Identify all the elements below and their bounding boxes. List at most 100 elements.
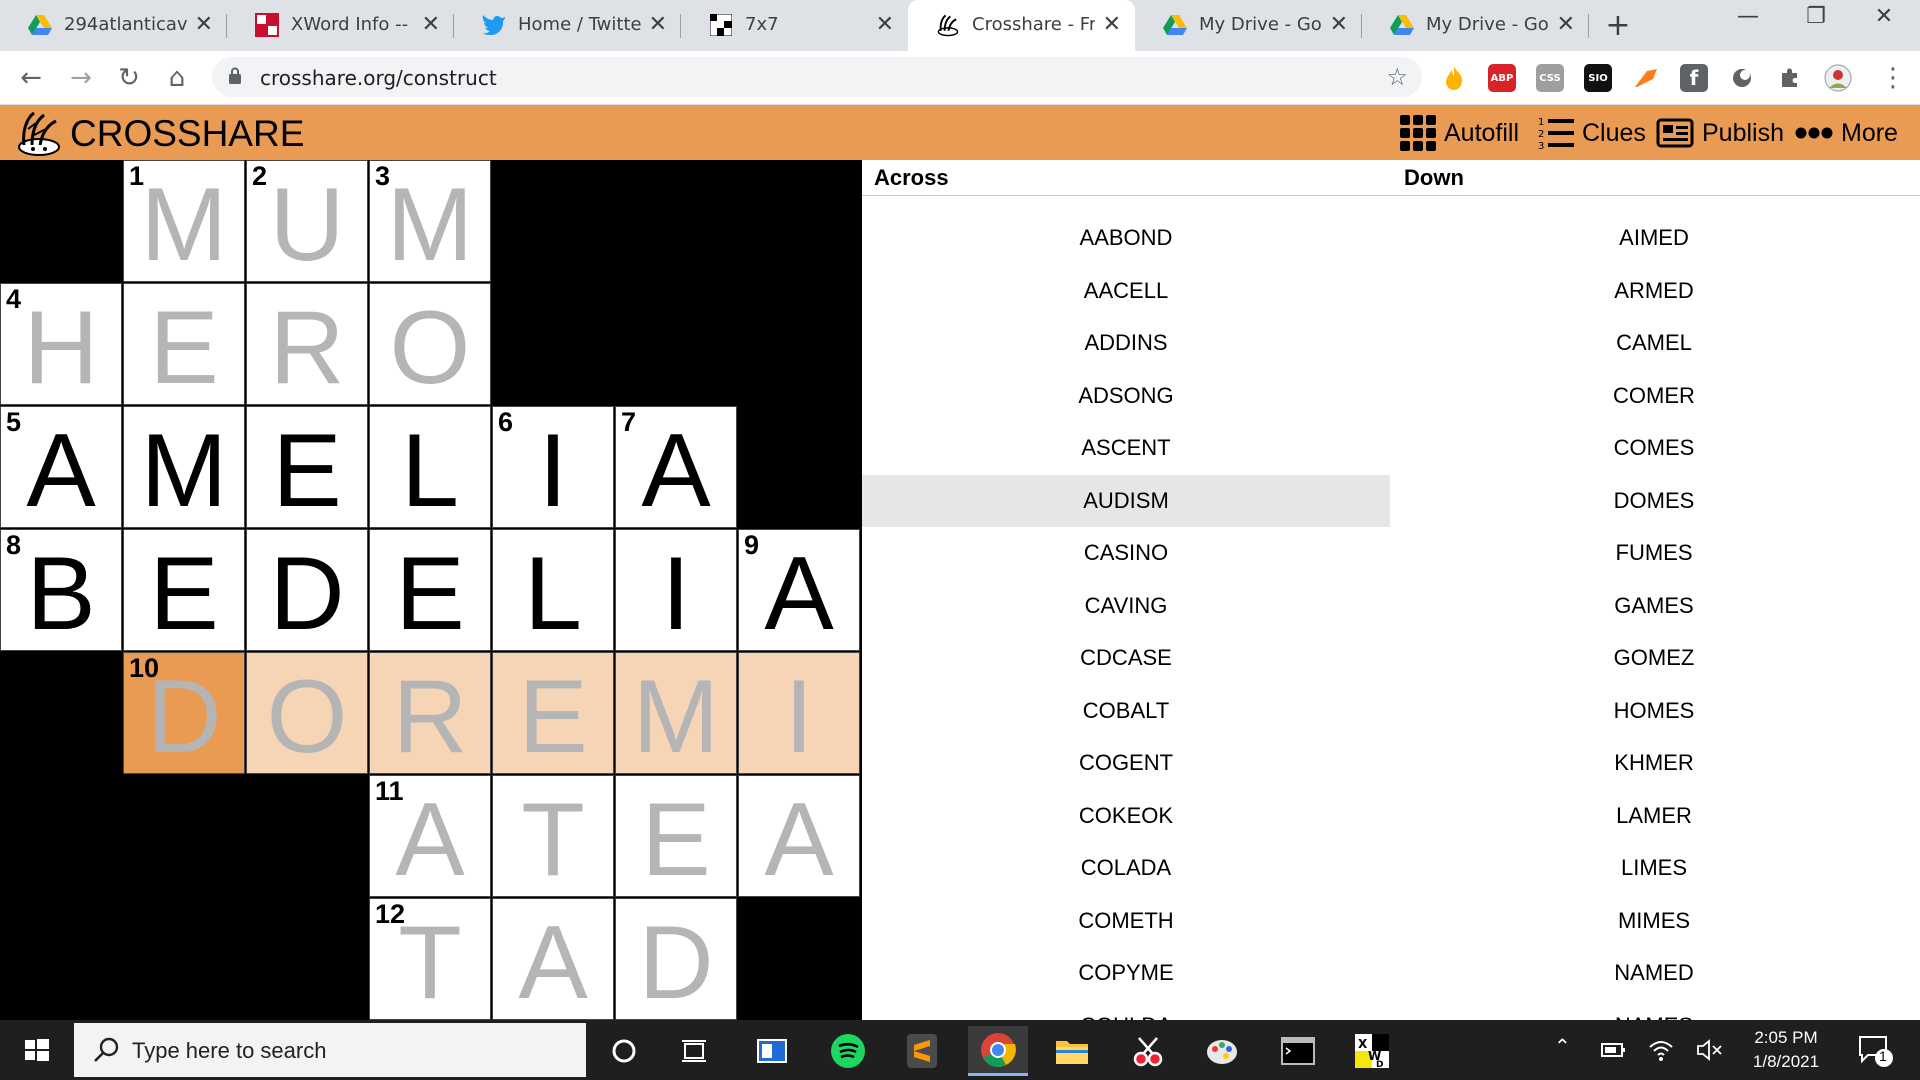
- tab-close-icon[interactable]: ✕: [1557, 12, 1575, 37]
- grid-cell[interactable]: 5A: [0, 406, 122, 528]
- clues-button[interactable]: 1 2 3 Clues: [1538, 113, 1646, 153]
- down-word-suggestion[interactable]: NAMED: [1390, 947, 1918, 1000]
- browser-tab[interactable]: My Drive - Goog ✕: [1362, 0, 1589, 51]
- down-word-suggestion[interactable]: NAMES: [1390, 1000, 1918, 1021]
- arrow-extension-icon[interactable]: [1632, 64, 1660, 92]
- tab-close-icon[interactable]: ✕: [422, 12, 440, 37]
- grid-cell[interactable]: 12 T: [369, 898, 491, 1020]
- tab-close-icon[interactable]: ✕: [195, 12, 213, 37]
- grid-cell[interactable]: E: [492, 652, 614, 774]
- css-extension-icon[interactable]: CSS: [1536, 64, 1564, 92]
- sublime-text-icon[interactable]: [892, 1026, 952, 1076]
- grid-cell[interactable]: O: [369, 283, 491, 405]
- grid-cell[interactable]: E: [246, 406, 368, 528]
- grid-cell[interactable]: O: [246, 652, 368, 774]
- grid-cell[interactable]: D: [615, 898, 737, 1020]
- grid-cell[interactable]: 11 A: [369, 775, 491, 897]
- down-word-suggestion[interactable]: AIMED: [1390, 212, 1918, 265]
- grid-cell-selected[interactable]: 10 D: [123, 652, 245, 774]
- autofill-button[interactable]: Autofill: [1400, 113, 1519, 153]
- snipping-tool-icon[interactable]: [1118, 1026, 1178, 1076]
- facebook-extension-icon[interactable]: f: [1680, 64, 1708, 92]
- grid-cell[interactable]: A: [492, 898, 614, 1020]
- grid-cell[interactable]: E: [123, 529, 245, 651]
- browser-tab[interactable]: Crosshare - Free ✕: [908, 0, 1135, 51]
- across-word-suggestion[interactable]: CASINO: [862, 527, 1390, 580]
- sio-extension-icon[interactable]: SIO: [1584, 64, 1612, 92]
- taskbar-clock[interactable]: 2:05 PM 1/8/2021: [1734, 1026, 1838, 1074]
- fire-extension-icon[interactable]: [1440, 64, 1468, 92]
- down-word-suggestion[interactable]: ARMED: [1390, 265, 1918, 318]
- address-bar[interactable]: crosshare.org/construct ☆: [212, 57, 1422, 97]
- down-word-suggestion[interactable]: FUMES: [1390, 527, 1918, 580]
- reload-icon[interactable]: ↻: [112, 61, 146, 95]
- grid-cell[interactable]: D: [246, 529, 368, 651]
- terminal-icon[interactable]: [1268, 1026, 1328, 1076]
- down-word-suggestion[interactable]: DOMES: [1390, 475, 1918, 528]
- browser-tab[interactable]: 7x7 ✕: [681, 0, 908, 51]
- circle-extension-icon[interactable]: [1728, 64, 1756, 92]
- across-word-suggestion[interactable]: COGENT: [862, 737, 1390, 790]
- down-word-suggestion[interactable]: COMER: [1390, 370, 1918, 423]
- tab-close-icon[interactable]: ✕: [1330, 12, 1348, 37]
- across-word-suggestion[interactable]: COBALT: [862, 685, 1390, 738]
- across-word-suggestion[interactable]: ASCENT: [862, 422, 1390, 475]
- grid-cell[interactable]: 3M: [369, 160, 491, 282]
- minimize-window-button[interactable]: —: [1718, 4, 1778, 29]
- grid-cell[interactable]: 4H: [0, 283, 122, 405]
- extensions-puzzle-icon[interactable]: [1776, 64, 1804, 92]
- forward-arrow-icon[interactable]: →: [64, 61, 98, 95]
- restore-window-button[interactable]: ❐: [1786, 4, 1846, 29]
- grid-cell[interactable]: R: [246, 283, 368, 405]
- tray-chevron-up-icon[interactable]: ⌃: [1554, 1034, 1571, 1058]
- grid-cell[interactable]: 7A: [615, 406, 737, 528]
- across-word-suggestion[interactable]: ADSONG: [862, 370, 1390, 423]
- more-button[interactable]: More: [1795, 113, 1898, 153]
- paint-icon[interactable]: [1192, 1026, 1252, 1076]
- browser-menu-icon[interactable]: ⋮: [1876, 61, 1910, 95]
- across-word-suggestion[interactable]: COULDA: [862, 1000, 1390, 1021]
- across-word-suggestion[interactable]: CDCASE: [862, 632, 1390, 685]
- browser-tab[interactable]: XWord Info -- Fi ✕: [227, 0, 454, 51]
- across-word-suggestion[interactable]: COKEOK: [862, 790, 1390, 843]
- new-tab-button[interactable]: +: [1600, 8, 1636, 44]
- across-word-suggestion[interactable]: COMETH: [862, 895, 1390, 948]
- tab-close-icon[interactable]: ✕: [649, 12, 667, 37]
- grid-cell[interactable]: 2U: [246, 160, 368, 282]
- grid-cell[interactable]: M: [123, 406, 245, 528]
- speaker-muted-icon[interactable]: [1696, 1038, 1724, 1062]
- grid-cell[interactable]: 1M: [123, 160, 245, 282]
- profile-avatar-icon[interactable]: [1824, 64, 1852, 92]
- taskbar-search-box[interactable]: Type here to search: [74, 1023, 586, 1077]
- battery-icon[interactable]: [1600, 1040, 1626, 1060]
- grid-cell[interactable]: E: [615, 775, 737, 897]
- task-view-icon[interactable]: [664, 1026, 724, 1076]
- across-word-suggestion[interactable]: ADDINS: [862, 317, 1390, 370]
- chrome-icon[interactable]: [968, 1026, 1028, 1076]
- grid-cell[interactable]: E: [123, 283, 245, 405]
- down-word-suggestion[interactable]: KHMER: [1390, 737, 1918, 790]
- browser-tab[interactable]: My Drive - Goog ✕: [1135, 0, 1362, 51]
- browser-tab[interactable]: 294atlanticave.M ✕: [0, 0, 227, 51]
- grid-cell[interactable]: I: [738, 652, 860, 774]
- across-word-suggestion[interactable]: AACELL: [862, 265, 1390, 318]
- windows-start-icon[interactable]: [0, 1020, 72, 1080]
- spotify-icon[interactable]: [818, 1026, 878, 1076]
- crosshare-logo-icon[interactable]: [14, 109, 64, 157]
- close-window-button[interactable]: ✕: [1854, 4, 1914, 29]
- grid-cell[interactable]: E: [369, 529, 491, 651]
- down-word-suggestion[interactable]: HOMES: [1390, 685, 1918, 738]
- across-word-suggestion[interactable]: AUDISM: [862, 474, 1390, 527]
- across-word-suggestion[interactable]: CAVING: [862, 580, 1390, 633]
- crossword-grid[interactable]: 1 M 2 U 3 M 4 H E R O 5 A M E L 6 I 7 A 8 B E D E L I 9 A 10 D O R E M I 11 A…: [0, 160, 862, 1020]
- across-word-suggestion[interactable]: AABOND: [862, 212, 1390, 265]
- down-word-suggestion[interactable]: CAMEL: [1390, 317, 1918, 370]
- grid-cell[interactable]: T: [492, 775, 614, 897]
- across-word-suggestion[interactable]: COPYME: [862, 947, 1390, 1000]
- news-app-icon[interactable]: [742, 1026, 802, 1076]
- file-explorer-icon[interactable]: [1042, 1026, 1102, 1076]
- tab-close-icon[interactable]: ✕: [876, 12, 894, 37]
- grid-cell[interactable]: 8B: [0, 529, 122, 651]
- grid-cell[interactable]: A: [738, 775, 860, 897]
- cortana-circle-icon[interactable]: [594, 1026, 654, 1076]
